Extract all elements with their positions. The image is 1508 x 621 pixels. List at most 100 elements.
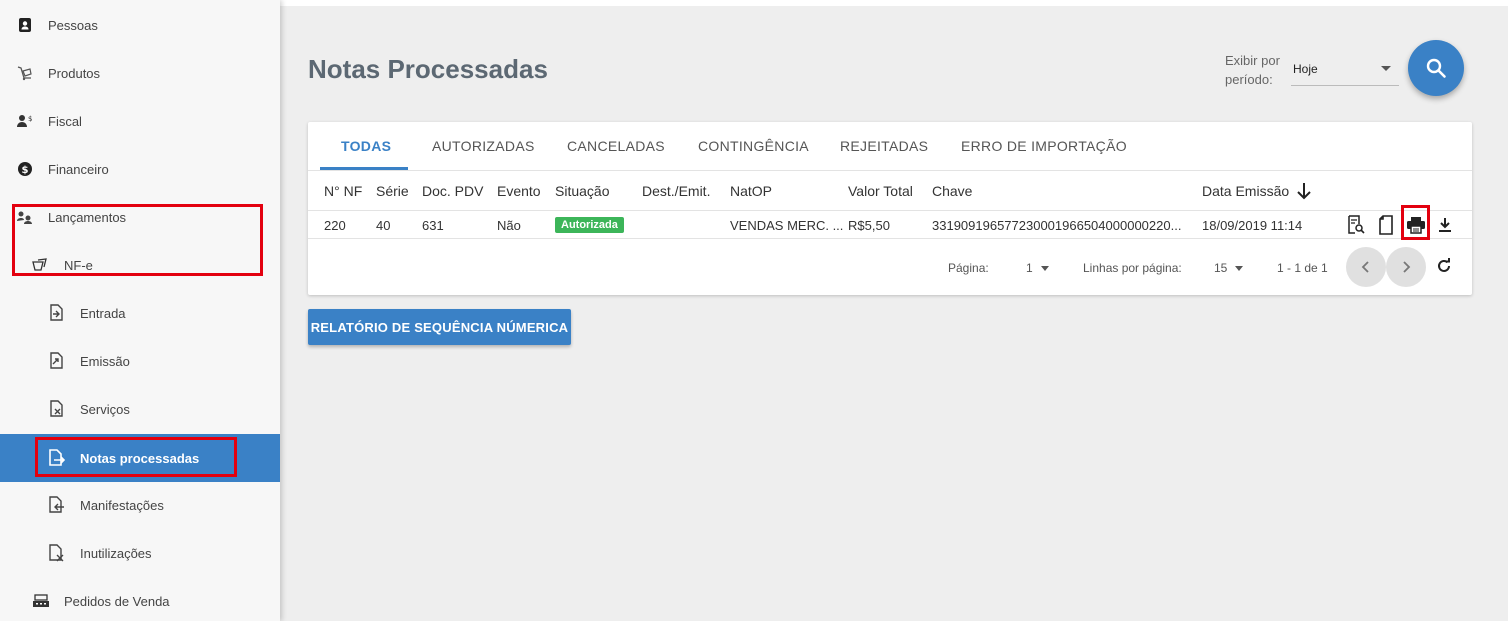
sidebar-item-emissao[interactable]: Emissão (0, 337, 280, 385)
sidebar: Pessoas Produtos $ Fiscal $ Financeiro L… (0, 0, 280, 621)
pagination-range: 1 - 1 de 1 (1277, 261, 1328, 275)
page-label: Página: (948, 261, 989, 275)
column-header-situacao[interactable]: Situação (555, 183, 609, 199)
cell-chave: 331909196577230001966504000000220... (932, 218, 1182, 233)
tab-erro-importacao[interactable]: ERRO DE IMPORTAÇÃO (961, 122, 1127, 170)
tab-contingencia[interactable]: CONTINGÊNCIA (698, 122, 809, 170)
register-icon (32, 592, 50, 610)
sidebar-item-notas-processadas[interactable]: Notas processadas (0, 434, 280, 482)
column-header-dest-emit[interactable]: Dest./Emit. (642, 183, 710, 199)
chevron-right-icon (1403, 261, 1411, 273)
page-select-value: 1 (1026, 261, 1033, 275)
document-search-icon (1348, 215, 1365, 234)
chevron-left-icon (1361, 261, 1369, 273)
sidebar-item-label: Produtos (48, 65, 101, 81)
chevron-down-icon (1381, 66, 1391, 71)
launches-icon (16, 208, 34, 226)
document-icon (1379, 215, 1393, 235)
period-select[interactable]: Hoje (1291, 56, 1399, 86)
sequence-report-button[interactable]: RELATÓRIO DE SEQUÊNCIA NÚMERICA (308, 309, 571, 345)
chevron-down-icon (1040, 266, 1049, 272)
page-title: Notas Processadas (308, 54, 548, 84)
next-page-button[interactable] (1386, 247, 1426, 287)
sidebar-item-label: Serviços (80, 401, 130, 417)
copy-document-button[interactable] (1376, 214, 1396, 236)
doc-service-icon (47, 400, 65, 418)
sidebar-item-label: Inutilizações (80, 545, 152, 561)
chevron-down-icon (1235, 266, 1244, 272)
sort-arrow-down-icon[interactable] (1295, 181, 1313, 206)
header-divider (308, 210, 1472, 211)
column-header-natop[interactable]: NatOP (730, 183, 772, 199)
cell-nf: 220 (324, 218, 346, 233)
doc-cancel-icon (47, 544, 65, 562)
sidebar-item-label: Pedidos de Venda (64, 593, 170, 609)
sidebar-item-label: Emissão (80, 353, 130, 369)
column-header-chave[interactable]: Chave (932, 183, 972, 199)
download-icon (1439, 218, 1451, 232)
column-header-evento[interactable]: Evento (497, 183, 541, 199)
tab-todas[interactable]: TODAS (341, 122, 391, 170)
nfe-icon (32, 256, 50, 274)
column-header-serie[interactable]: Série (376, 183, 409, 199)
cell-natop: VENDAS MERC. ... (730, 218, 844, 233)
sidebar-item-inutilizacoes[interactable]: Inutilizações (0, 529, 280, 577)
previous-page-button[interactable] (1346, 247, 1386, 287)
search-button[interactable] (1408, 40, 1464, 96)
doc-back-icon (47, 496, 65, 514)
column-header-nf[interactable]: N° NF (324, 183, 362, 199)
refresh-icon (1438, 258, 1450, 272)
rows-per-page-value: 15 (1214, 261, 1228, 275)
column-header-valor-total[interactable]: Valor Total (848, 183, 913, 199)
rows-per-page-label: Linhas por página: (1083, 261, 1182, 275)
notes-card: TODAS AUTORIZADAS CANCELADAS CONTINGÊNCI… (308, 122, 1472, 295)
period-label: Exibir por período: (1225, 51, 1280, 89)
products-icon (16, 64, 34, 82)
top-border (280, 0, 1508, 6)
sidebar-item-label: Lançamentos (48, 209, 127, 225)
sidebar-item-label: Fiscal (48, 113, 82, 129)
sidebar-item-label: Financeiro (48, 161, 109, 177)
cell-evento: Não (497, 218, 521, 233)
sidebar-item-label: Entrada (80, 305, 126, 321)
cell-doc-pdv: 631 (422, 218, 444, 233)
download-button[interactable] (1435, 214, 1455, 236)
page-select[interactable]: 1 (1026, 261, 1049, 275)
rows-per-page-select[interactable]: 15 (1214, 261, 1244, 275)
svg-text:$: $ (22, 165, 29, 176)
column-header-doc-pdv[interactable]: Doc. PDV (422, 183, 483, 199)
sidebar-item-lancamentos[interactable]: Lançamentos (0, 193, 280, 241)
sidebar-item-financeiro[interactable]: $ Financeiro (0, 145, 280, 193)
sidebar-item-fiscal[interactable]: $ Fiscal (0, 97, 280, 145)
row-divider (308, 238, 1472, 239)
sidebar-item-pedidos-de-venda[interactable]: Pedidos de Venda (0, 577, 280, 621)
column-header-data-emissao[interactable]: Data Emissão (1202, 183, 1289, 199)
sidebar-item-label: Notas processadas (80, 450, 200, 466)
period-select-value: Hoje (1293, 62, 1318, 76)
cell-valor-total: R$5,50 (848, 218, 890, 233)
sidebar-item-produtos[interactable]: Produtos (0, 49, 280, 97)
tab-autorizadas[interactable]: AUTORIZADAS (432, 122, 535, 170)
sidebar-item-label: Manifestações (80, 497, 164, 513)
refresh-button[interactable] (1436, 258, 1452, 279)
sidebar-item-pessoas[interactable]: Pessoas (0, 1, 280, 49)
sidebar-item-entrada[interactable]: Entrada (0, 289, 280, 337)
doc-export-icon (47, 449, 65, 467)
sidebar-item-servicos[interactable]: Serviços (0, 385, 280, 433)
period-label-line2: período: (1225, 72, 1273, 87)
cell-data-emissao: 18/09/2019 11:14 (1202, 218, 1303, 233)
view-details-button[interactable] (1346, 214, 1366, 236)
dollar-icon: $ (16, 160, 34, 178)
tab-canceladas[interactable]: CANCELADAS (567, 122, 665, 170)
period-label-line1: Exibir por (1225, 53, 1280, 68)
status-badge: Autorizada (555, 217, 624, 233)
tab-rejeitadas[interactable]: REJEITADAS (840, 122, 928, 170)
sidebar-item-nfe[interactable]: NF-e (0, 241, 280, 289)
sidebar-item-label: Pessoas (48, 17, 98, 33)
sidebar-item-label: NF-e (64, 257, 93, 273)
tabs-divider (308, 170, 1472, 171)
contacts-icon (16, 16, 34, 34)
fiscal-icon: $ (16, 112, 34, 130)
sidebar-item-manifestacoes[interactable]: Manifestações (0, 481, 280, 529)
print-button[interactable] (1405, 214, 1427, 236)
